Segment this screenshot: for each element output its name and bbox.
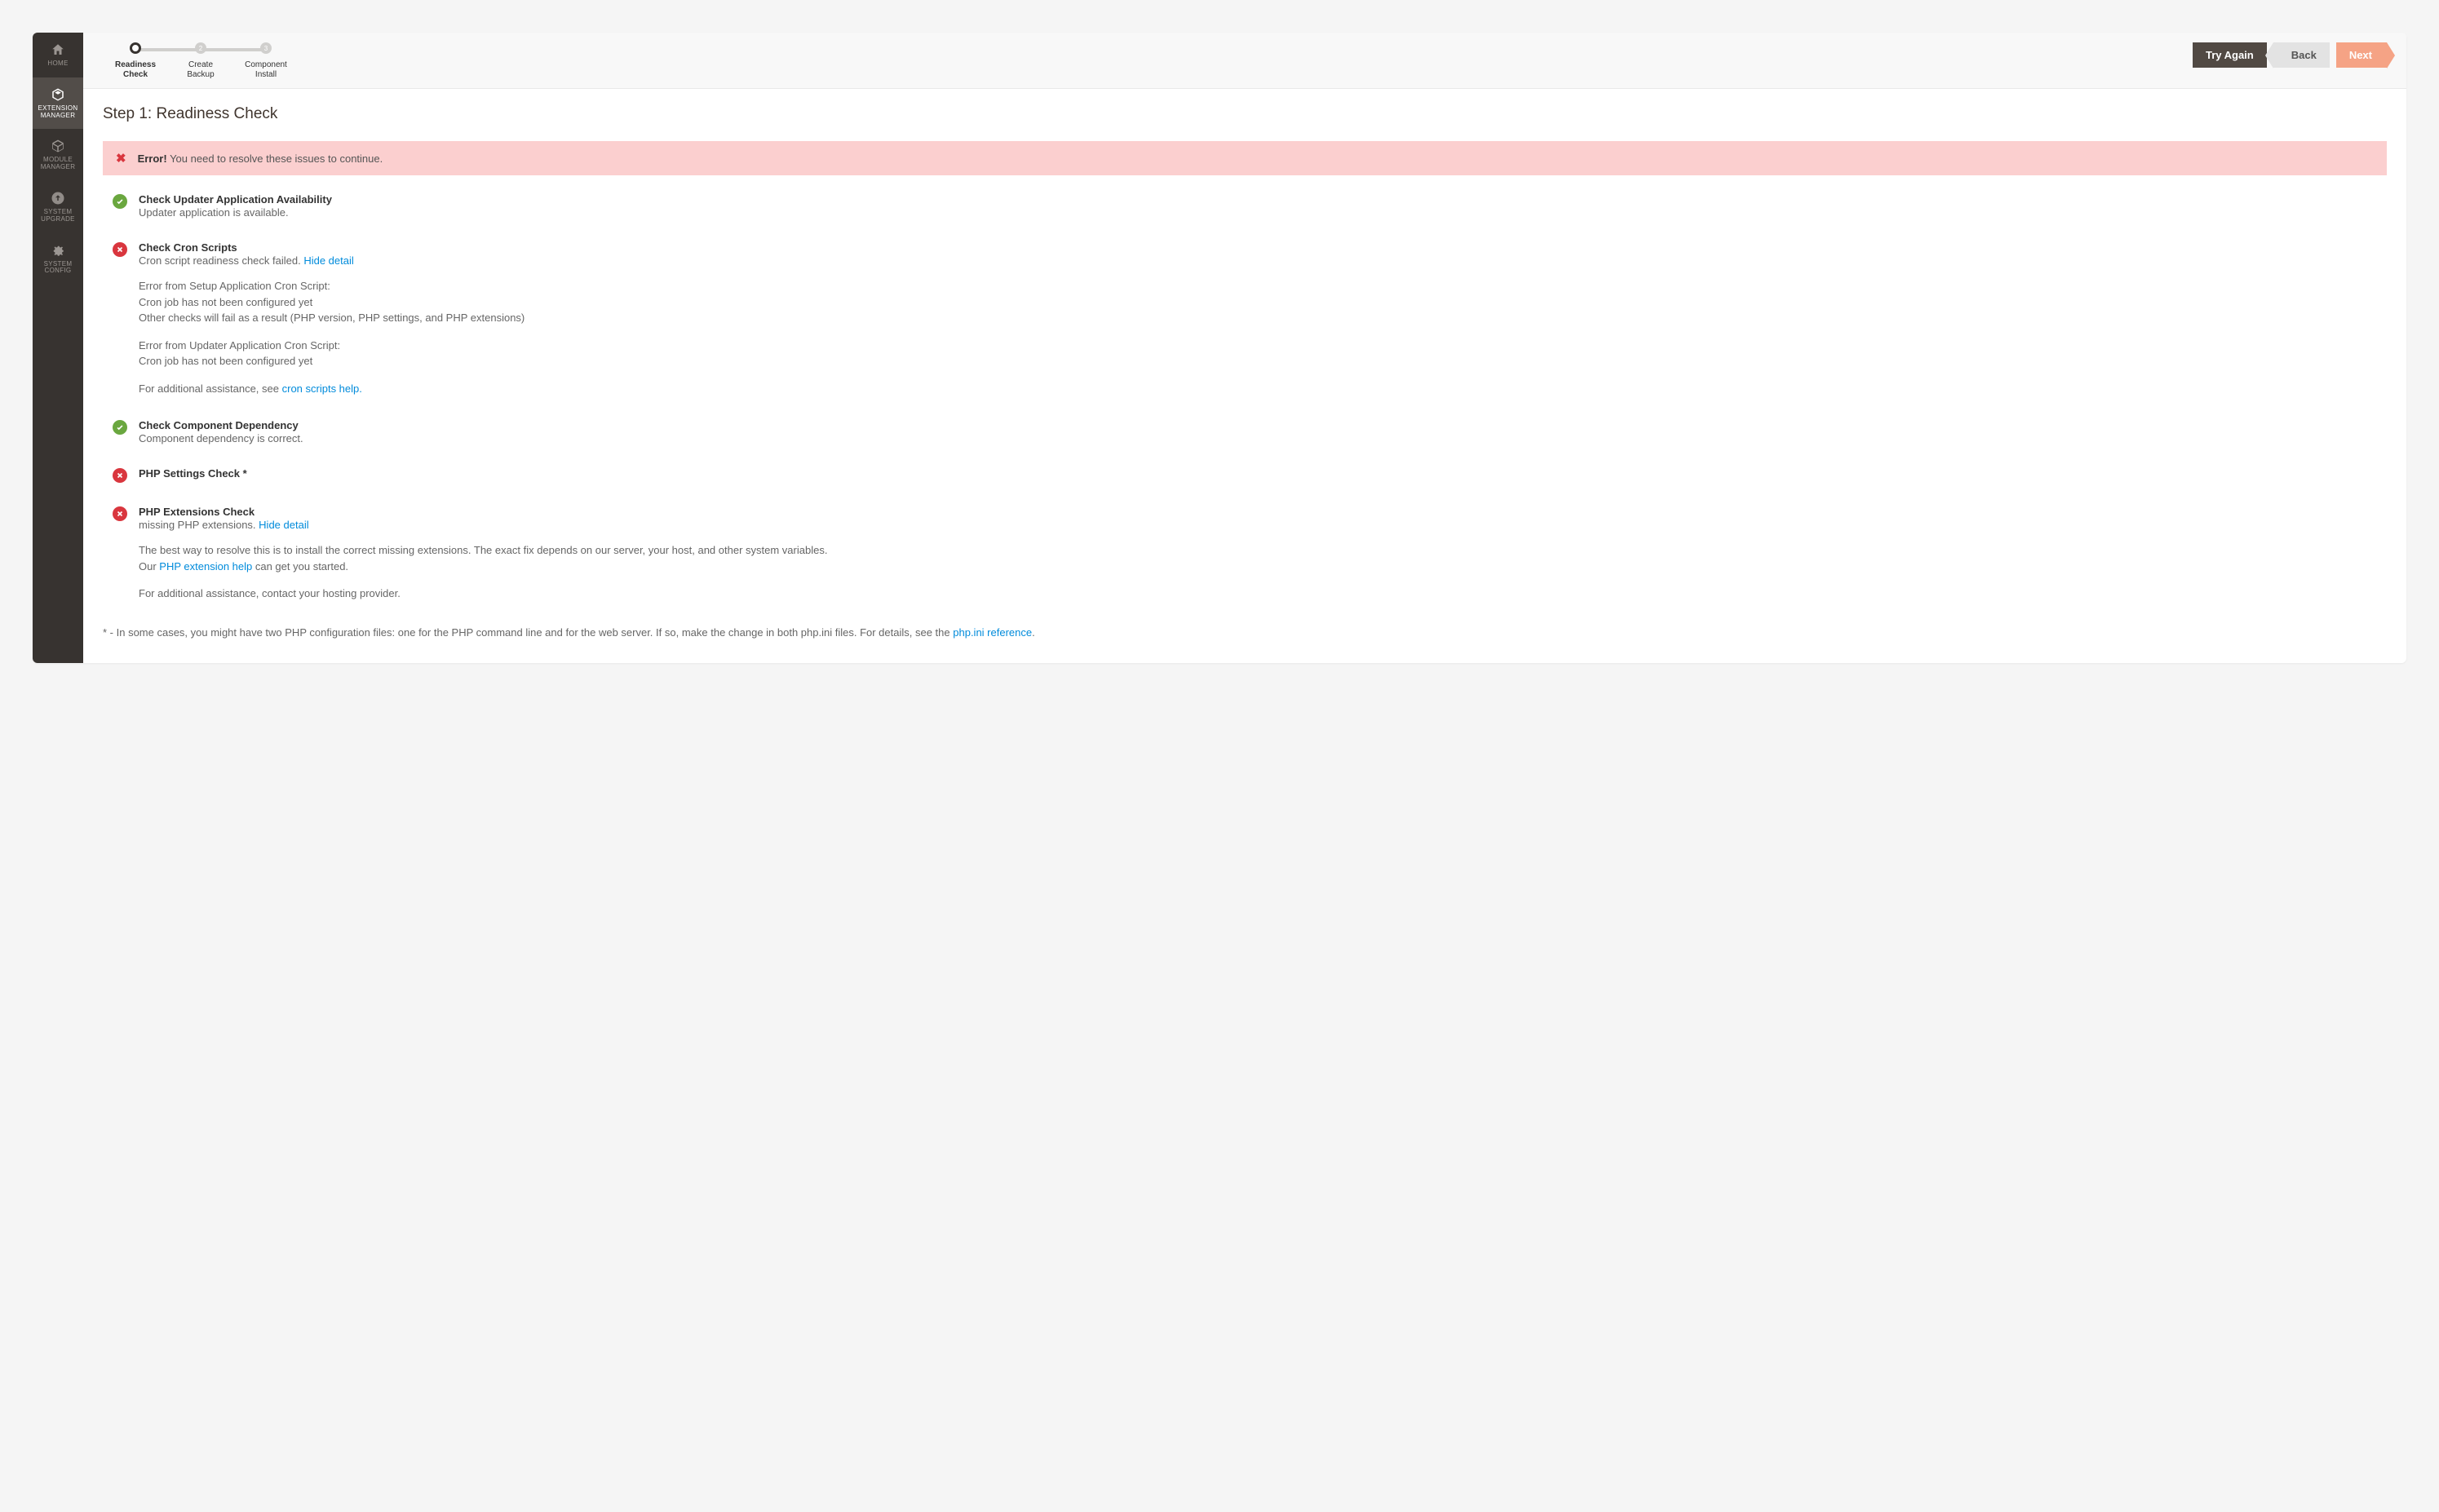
detail-line: For additional assistance, see [139, 382, 282, 395]
sidebar-item-label: HOME [47, 60, 68, 68]
check-desc: Cron script readiness check failed. Hide… [139, 254, 2387, 267]
step-line [201, 48, 266, 51]
main-content: ReadinessCheck 2 CreateBackup 3 Componen… [83, 33, 2406, 663]
check-updater: Check Updater Application Availability U… [113, 193, 2387, 219]
content: Step 1: Readiness Check ✖ Error! You nee… [83, 89, 2406, 663]
topbar-buttons: Try Again Back Next [2193, 42, 2387, 68]
check-php-settings: PHP Settings Check * [113, 467, 2387, 483]
alert-message: You need to resolve these issues to cont… [167, 153, 383, 165]
gear-icon [51, 243, 65, 258]
step-label: ReadinessCheck [115, 60, 156, 80]
detail-line: Our PHP extension help can get you start… [139, 559, 2387, 575]
check-body: PHP Settings Check * [139, 467, 2387, 480]
check-detail: Error from Setup Application Cron Script… [139, 278, 2387, 396]
check-ok-icon [113, 420, 127, 435]
detail-line: Error from Updater Application Cron Scri… [139, 338, 2387, 354]
check-list: Check Updater Application Availability U… [103, 193, 2387, 602]
sidebar-item-label: MODULEMANAGER [41, 157, 76, 171]
step-label: ComponentInstall [245, 60, 287, 80]
check-title: PHP Extensions Check [139, 506, 2387, 518]
sidebar-item-module-manager[interactable]: MODULEMANAGER [33, 129, 83, 181]
detail-line: Cron job has not been configured yet [139, 353, 2387, 369]
detail-line: Error from Setup Application Cron Script… [139, 278, 2387, 294]
check-title: Check Component Dependency [139, 419, 2387, 431]
back-button[interactable]: Back [2273, 42, 2330, 68]
footnote-text: * - In some cases, you might have two PH… [103, 626, 953, 639]
check-fail-icon [113, 242, 127, 257]
check-body: Check Cron Scripts Cron script readiness… [139, 241, 2387, 396]
sidebar: HOME EXTENSIONMANAGER MODULEMANAGER SYST… [33, 33, 83, 663]
sidebar-item-home[interactable]: HOME [33, 33, 83, 77]
check-desc: Updater application is available. [139, 206, 2387, 219]
sidebar-item-system-upgrade[interactable]: SYSTEMUPGRADE [33, 181, 83, 233]
footnote: * - In some cases, you might have two PH… [103, 626, 2387, 639]
detail-line: Cron job has not been configured yet [139, 294, 2387, 311]
footnote-suffix: . [1032, 626, 1035, 639]
check-body: Check Component Dependency Component dep… [139, 419, 2387, 444]
step-line [135, 48, 201, 51]
check-title: Check Cron Scripts [139, 241, 2387, 254]
alert-error: ✖ Error! You need to resolve these issue… [103, 141, 2387, 175]
check-body: Check Updater Application Availability U… [139, 193, 2387, 219]
check-cron: Check Cron Scripts Cron script readiness… [113, 241, 2387, 396]
check-detail: The best way to resolve this is to insta… [139, 542, 2387, 602]
check-fail-icon [113, 468, 127, 483]
check-desc-text: missing PHP extensions. [139, 519, 259, 531]
try-again-button[interactable]: Try Again [2193, 42, 2267, 68]
hide-detail-link[interactable]: Hide detail [259, 519, 308, 531]
wizard-steps: ReadinessCheck 2 CreateBackup 3 Componen… [103, 42, 2193, 80]
next-button[interactable]: Next [2336, 42, 2387, 68]
sidebar-item-label: SYSTEMCONFIG [44, 261, 73, 276]
check-dependency: Check Component Dependency Component dep… [113, 419, 2387, 444]
step-label: CreateBackup [187, 60, 214, 80]
check-desc: missing PHP extensions. Hide detail [139, 519, 2387, 531]
sidebar-item-label: SYSTEMUPGRADE [41, 209, 75, 223]
detail-line: The best way to resolve this is to insta… [139, 542, 2387, 559]
cube-icon [51, 139, 65, 153]
detail-line: For additional assistance, contact your … [139, 586, 2387, 602]
step-readiness-check[interactable]: ReadinessCheck [103, 42, 168, 80]
step-dot: 2 [195, 42, 206, 54]
check-desc: Component dependency is correct. [139, 432, 2387, 444]
check-ok-icon [113, 194, 127, 209]
sidebar-item-label: EXTENSIONMANAGER [38, 105, 78, 120]
step-dot [130, 42, 141, 54]
check-php-extensions: PHP Extensions Check missing PHP extensi… [113, 506, 2387, 602]
cron-scripts-help-link[interactable]: cron scripts help. [282, 382, 362, 395]
hide-detail-link[interactable]: Hide detail [303, 254, 353, 267]
home-icon [51, 42, 65, 57]
upgrade-icon [51, 191, 65, 206]
check-body: PHP Extensions Check missing PHP extensi… [139, 506, 2387, 602]
topbar: ReadinessCheck 2 CreateBackup 3 Componen… [83, 33, 2406, 89]
check-title: PHP Settings Check * [139, 467, 2387, 480]
php-ini-reference-link[interactable]: php.ini reference [953, 626, 1032, 639]
package-icon [51, 87, 65, 102]
sidebar-item-extension-manager[interactable]: EXTENSIONMANAGER [33, 77, 83, 130]
detail-line: Other checks will fail as a result (PHP … [139, 310, 2387, 326]
check-title: Check Updater Application Availability [139, 193, 2387, 206]
step-dot: 3 [260, 42, 272, 54]
check-fail-icon [113, 506, 127, 521]
error-x-icon: ✖ [116, 151, 126, 166]
alert-text: Error! You need to resolve these issues … [138, 153, 383, 165]
check-desc-text: Cron script readiness check failed. [139, 254, 303, 267]
sidebar-item-system-config[interactable]: SYSTEMCONFIG [33, 233, 83, 285]
app-frame: HOME EXTENSIONMANAGER MODULEMANAGER SYST… [33, 33, 2406, 663]
alert-strong: Error! [138, 153, 167, 165]
page-title: Step 1: Readiness Check [103, 105, 2387, 123]
php-extension-help-link[interactable]: PHP extension help [159, 560, 252, 573]
